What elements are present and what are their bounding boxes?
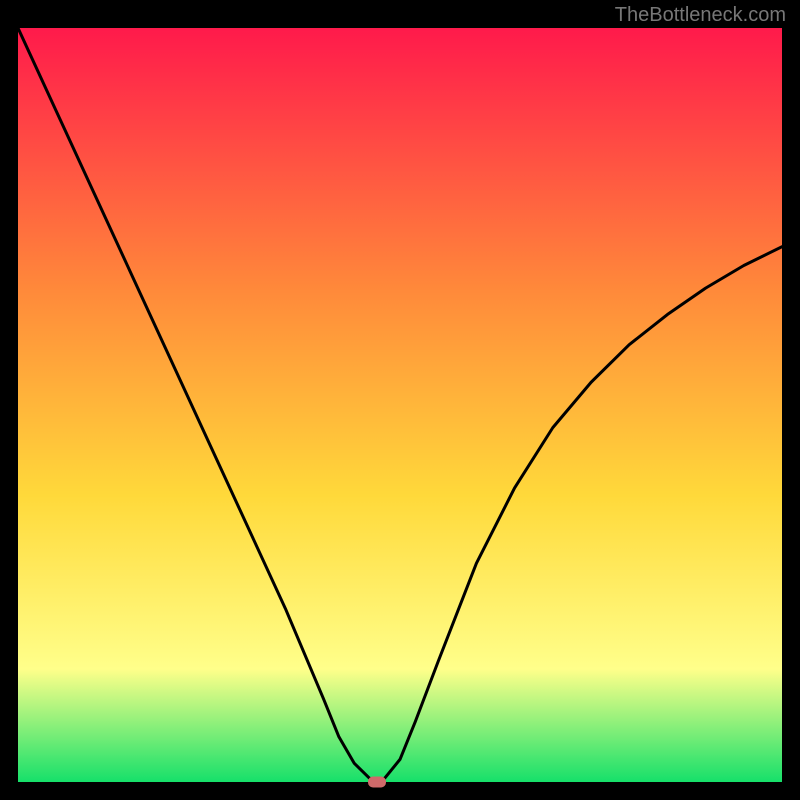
watermark: TheBottleneck.com (615, 4, 786, 27)
chart-frame (18, 28, 782, 782)
bottleneck-chart (18, 28, 782, 782)
optimal-marker (368, 777, 386, 788)
gradient-background (18, 28, 782, 782)
